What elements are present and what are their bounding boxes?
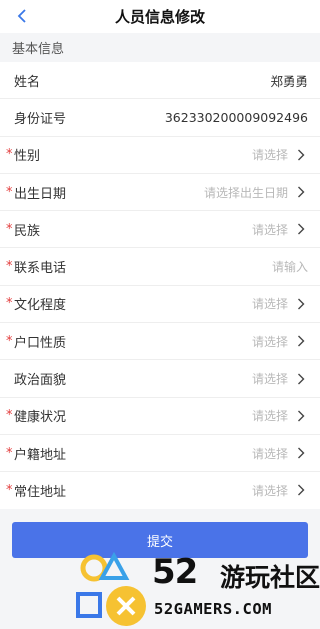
required-mark: * <box>6 482 13 498</box>
field-placeholder[interactable]: 请选择 <box>252 295 288 312</box>
field-label: 性别 <box>14 149 41 165</box>
form-row[interactable]: * 户口性质 请选择 <box>0 323 320 361</box>
required-mark: * <box>6 296 13 312</box>
form-row[interactable]: * 文化程度 请选择 <box>0 286 320 324</box>
form-row[interactable]: 政治面貌 请选择 <box>0 360 320 398</box>
field-placeholder[interactable]: 请选择 <box>252 482 288 499</box>
form-row[interactable]: * 健康状况 请选择 <box>0 398 320 435</box>
field-value: 郑勇勇 <box>270 73 308 89</box>
field-label: 户籍地址 <box>14 447 67 463</box>
top-bar: 人员信息修改 <box>0 0 320 33</box>
form-row[interactable]: * 出生日期 请选择出生日期 <box>0 174 320 212</box>
form-row[interactable]: * 户籍地址 请选择 <box>0 435 320 473</box>
field-label: 联系电话 <box>14 261 67 277</box>
field-placeholder[interactable]: 请选择 <box>252 333 288 350</box>
field-label: 姓名 <box>14 74 41 90</box>
watermark-text: 游玩社区 <box>220 563 320 592</box>
required-mark: * <box>6 221 13 237</box>
chevron-right-icon <box>294 372 308 386</box>
chevron-right-icon <box>294 185 308 199</box>
chevron-right-icon <box>294 297 308 311</box>
required-mark: * <box>6 333 13 349</box>
chevron-right-icon <box>294 148 308 162</box>
form-row[interactable]: 身份证号 362330200009092496 <box>0 99 320 137</box>
watermark: 52 游玩社区 52GAMERS.COM <box>72 548 320 629</box>
field-value: 362330200009092496 <box>164 109 308 125</box>
field-label: 身份证号 <box>14 111 67 127</box>
watermark-number: 52 <box>152 552 198 592</box>
chevron-right-icon <box>294 483 308 497</box>
field-placeholder[interactable]: 请选择 <box>252 445 288 462</box>
form-row[interactable]: * 性别 请选择 <box>0 137 320 174</box>
required-mark: * <box>6 147 13 163</box>
field-label: 文化程度 <box>14 298 67 314</box>
chevron-right-icon <box>294 334 308 348</box>
form-row[interactable]: * 常住地址 请选择 <box>0 472 320 510</box>
field-placeholder[interactable]: 请输入 <box>272 258 308 275</box>
required-mark: * <box>6 408 13 424</box>
field-placeholder[interactable]: 请选择 <box>252 370 288 387</box>
field-label: 常住地址 <box>14 484 67 500</box>
form-row[interactable]: * 民族 请选择 <box>0 211 320 249</box>
watermark-logo-icon <box>76 551 146 626</box>
chevron-left-icon <box>17 9 26 23</box>
form-list: 姓名 郑勇勇 身份证号 362330200009092496 * 性别 请选择 * 出生日期 请选… <box>0 62 320 510</box>
required-mark: * <box>6 445 13 461</box>
field-label: 户口性质 <box>14 335 67 351</box>
field-placeholder[interactable]: 请选择 <box>252 221 288 238</box>
back-button[interactable] <box>12 6 32 26</box>
field-placeholder[interactable]: 请选择 <box>252 146 288 163</box>
field-label: 民族 <box>14 223 41 239</box>
page-title: 人员信息修改 <box>114 8 205 26</box>
section-header: 基本信息 <box>0 33 320 62</box>
chevron-right-icon <box>294 446 308 460</box>
required-mark: * <box>6 184 13 200</box>
required-mark: * <box>6 259 13 275</box>
watermark-domain: 52GAMERS.COM <box>154 600 272 618</box>
form-row[interactable]: 姓名 郑勇勇 <box>0 62 320 100</box>
field-label: 政治面貌 <box>14 373 67 389</box>
field-label: 健康状况 <box>14 410 67 426</box>
chevron-right-icon <box>294 222 308 236</box>
field-label: 出生日期 <box>14 186 67 202</box>
field-placeholder[interactable]: 请选择 <box>252 407 288 424</box>
field-placeholder[interactable]: 请选择出生日期 <box>204 184 288 201</box>
chevron-right-icon <box>294 409 308 423</box>
form-row[interactable]: * 联系电话 请输入 <box>0 248 320 286</box>
